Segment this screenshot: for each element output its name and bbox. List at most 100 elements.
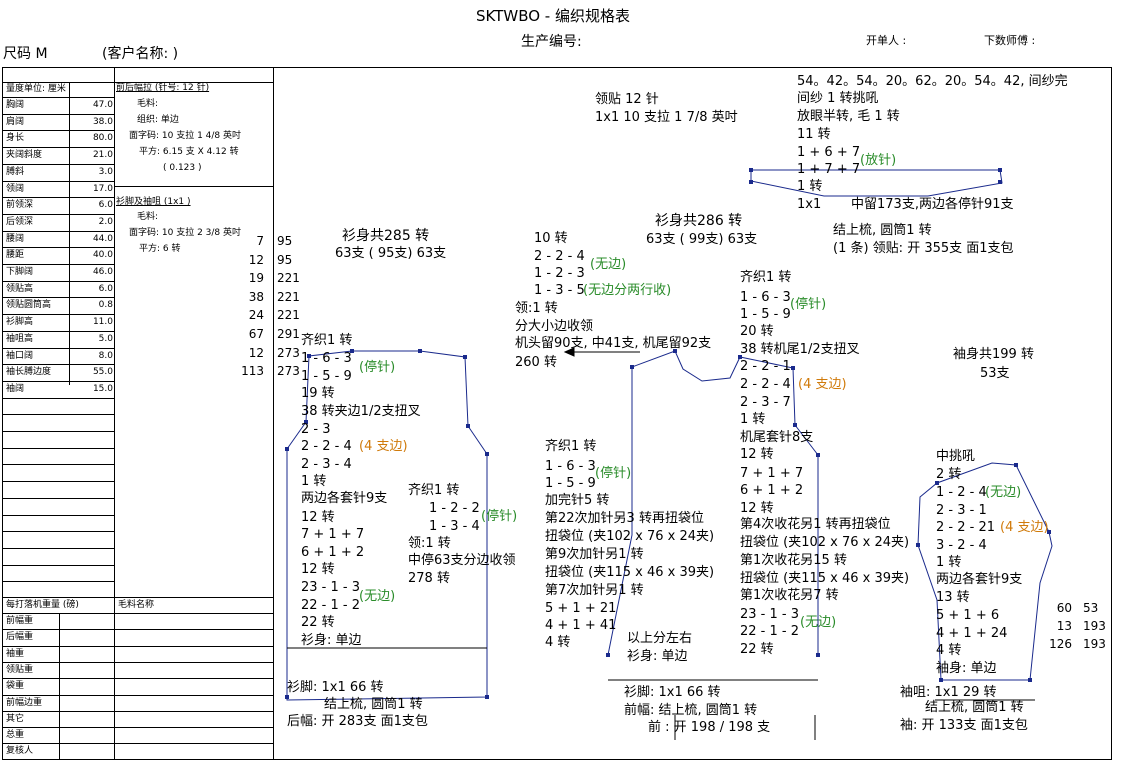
sleeve-row: 2 转 [936,467,962,482]
back-neck-0: 齐织1 转 [301,333,353,348]
back-hem: 衫脚: 1x1 66 转 [287,680,384,695]
front-left-row: 第22次加针另3 转再扭袋位 [545,511,704,526]
front-right-row: 6 + 1 + 2 [740,483,804,498]
sleeve-row: 1 转 [936,555,962,570]
back-arm-note: (4 支边) [359,439,408,454]
sleeve-note1: (无边) [985,485,1022,500]
back-neck-1: 1 - 6 - 3 [301,351,352,366]
back-bot-note: (无边) [359,589,396,604]
back-rows3-0: 22 转 [301,615,335,630]
collar-line: 1 + 6 + 7 [797,145,861,160]
sleeve-row: 2 - 2 - 21 [936,520,995,535]
backneck-flat: 齐织1 转 [408,483,460,498]
front-right-row: 12 转 [740,501,774,516]
back-rows2-7: 22 - 1 - 2 [301,598,360,613]
front-right-row: 齐织1 转 [740,270,792,285]
frontneck-total: 260 转 [515,355,557,370]
front-hem: 衫脚: 1x1 66 转 [624,685,721,700]
front-right-note2: (4 支边) [798,377,847,392]
front-right-row: 机尾套针8支 [740,430,814,445]
collar-gauge: 1x1 10 支拉 1 7/8 英吋 [595,110,738,125]
sleeve-number-a: 60 [1056,601,1072,615]
sleeve-cast: 结上梳, 圆筒1 转 [925,700,1024,715]
frontneck-note2: (无边分两行收) [583,283,672,298]
backneck-mid: 中停63支分边收领 [408,553,516,568]
back-needles: 63支 ( 95支) 63支 [335,246,447,261]
collar-line: 11 转 [797,127,831,142]
sleeve-total: 袖身共199 转 [953,347,1034,362]
sleeve-number-a: 126 [1049,637,1072,651]
front-right-row: 2 - 3 - 7 [740,395,791,410]
sleeve-row: 3 - 2 - 4 [936,538,987,553]
front-cast: 前幅: 结上梳, 圆筒1 转 [624,703,758,718]
front-left-row: 4 + 1 + 41 [545,618,617,633]
back-neck-note: (停针) [359,360,396,375]
back-rows2-6: 23 - 1 - 3 [301,580,360,595]
collar-line: 间纱 1 转挑吼 [797,91,879,106]
front-needles: 63支 ( 99支) 63支 [646,232,758,247]
front-right-row: 23 - 1 - 3 [740,607,799,622]
front-left-row: 4 转 [545,635,571,650]
frontneck-collar: 领:1 转 [515,301,558,316]
front-right-row: 2 - 2 - 1 [740,359,791,374]
frontneck-row-0: 10 转 [534,231,568,246]
front-left-row: 加完针5 转 [545,493,610,508]
front-right-row: 38 转机尾1/2支扭叉 [740,342,860,357]
front-right-note3: (无边) [800,615,837,630]
frontneck-row-1: 2 - 2 - 4 [534,249,585,264]
front-right-row: 1 - 5 - 9 [740,307,791,322]
sleeve-row: 两边各套针9支 [936,572,1023,587]
front-right-row: 2 - 2 - 4 [740,377,791,392]
front-left-row: 扭袋位 (夹102 x 76 x 24夹) [545,529,715,544]
sleeve-note2: (4 支边) [1000,520,1049,535]
back-arm-0: 2 - 3 [301,422,331,437]
collar-open: (1 条) 领贴: 开 355支 面1支包 [833,241,1014,256]
collar-title: 领贴 12 针 [595,92,659,107]
front-left-row: 1 - 6 - 3 [545,459,596,474]
front-left-row: 5 + 1 + 21 [545,601,617,616]
back-rows1-1: 38 转夹边1/2支扭叉 [301,404,421,419]
front-right-row: 7 + 1 + 7 [740,466,804,481]
collar-line: 放眼半转, 毛 1 转 [797,109,900,124]
backneck-note: (停针) [481,509,518,524]
frontneck-machine: 机头留90支, 中41支, 机尾留92支 [515,336,712,351]
front-left-row: 第7次加针另1 转 [545,583,644,598]
sleeve-number-b: 53 [1083,601,1099,615]
collar-seq: 54。42。54。20。62。20。54。42, 间纱完 [797,74,1068,89]
frontneck-row-3: 1 - 3 - 5 [534,283,585,298]
collar-note: (放针) [860,153,897,168]
frontneck-note1: (无边) [590,257,627,272]
front-right-row: 20 转 [740,324,774,339]
front-right-row: 第1次收花另7 转 [740,588,839,603]
collar-stop: 中留173支,两边各停针91支 [851,197,1014,212]
front-right-row: 第4次收花另1 转再扭袋位 [740,517,891,532]
front-right-row: 12 转 [740,447,774,462]
back-total: 衫身共285 转 [342,228,430,244]
front-body: 衫身: 单边 [627,649,688,664]
back-rows2-0: 1 转 [301,474,327,489]
front-left-row: 1 - 5 - 9 [545,476,596,491]
sleeve-row: 袖身: 单边 [936,661,997,676]
sleeve-row: 中挑吼 [936,449,976,464]
back-rows2-5: 12 转 [301,562,335,577]
front-right-row: 22 - 1 - 2 [740,624,799,639]
front-total: 衫身共286 转 [655,213,743,229]
collar-line: 1 转 [797,179,823,194]
front-right-row: 22 转 [740,642,774,657]
front-left-row: 齐织1 转 [545,439,597,454]
back-rows2-4: 6 + 1 + 2 [301,545,365,560]
backneck-r2: 1 - 3 - 4 [429,519,480,534]
back-rows1-0: 19 转 [301,386,335,401]
sleeve-row: 2 - 3 - 1 [936,503,987,518]
front-left-note: (停针) [595,466,632,481]
front-left-row: 扭袋位 (夹115 x 46 x 39夹) [545,565,715,580]
back-rows2-1: 两边各套针9支 [301,491,388,506]
backneck-rows: 278 转 [408,571,450,586]
backneck-collar: 领:1 转 [408,536,451,551]
collar-cast: 结上梳, 圆筒1 转 [833,223,932,238]
front-open: 前 : 开 198 / 198 支 [648,720,771,735]
front-split: 以上分左右 [627,631,693,646]
front-right-row: 第1次收花另15 转 [740,553,847,568]
frontneck-row-2: 1 - 2 - 3 [534,266,585,281]
sleeve-row: 5 + 1 + 6 [936,608,1000,623]
